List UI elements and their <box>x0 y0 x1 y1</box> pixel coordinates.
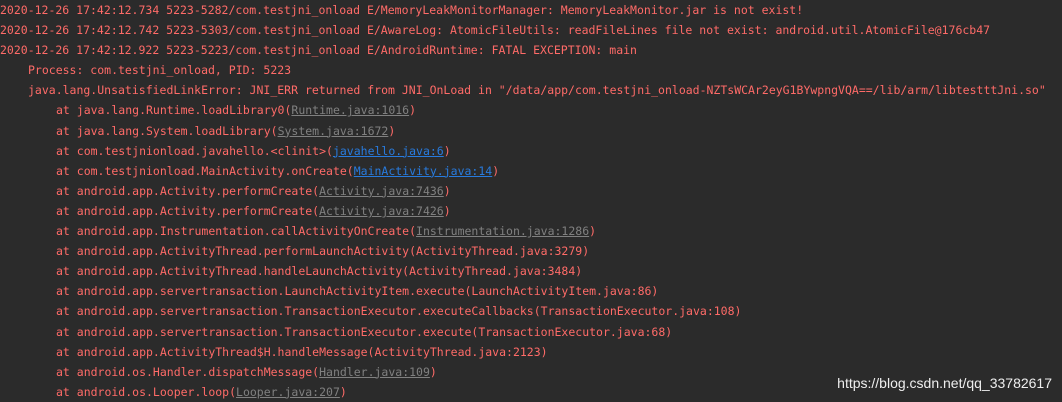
log-line: at android.app.servertransaction.Transac… <box>0 301 1062 321</box>
log-line: at com.testjnionload.MainActivity.onCrea… <box>0 161 1062 181</box>
watermark: https://blog.csdn.net/qq_33782617 <box>837 375 1052 391</box>
log-text-suffix: ) <box>443 183 451 198</box>
log-line: at android.app.Instrumentation.callActiv… <box>0 221 1062 241</box>
source-link[interactable]: MainActivity.java:14 <box>354 164 492 178</box>
log-line: at java.lang.Runtime.loadLibrary0(Runtim… <box>0 100 1062 120</box>
log-line: java.lang.UnsatisfiedLinkError: JNI_ERR … <box>0 80 1062 100</box>
log-text-suffix: ) <box>388 123 396 138</box>
log-line: at android.app.servertransaction.Transac… <box>0 322 1062 342</box>
log-line: at android.app.ActivityThread$H.handleMe… <box>0 342 1062 362</box>
log-line: 2020-12-26 17:42:12.734 5223-5282/com.te… <box>0 0 1062 20</box>
log-text: at java.lang.Runtime.loadLibrary0( <box>56 103 292 118</box>
source-link[interactable]: Activity.java:7436 <box>319 184 444 198</box>
log-text-suffix: ) <box>339 384 347 399</box>
log-text-suffix: ) <box>443 143 451 158</box>
log-line: at android.app.servertransaction.LaunchA… <box>0 281 1062 301</box>
log-text: at java.lang.System.loadLibrary( <box>56 123 278 138</box>
log-text: at android.app.Activity.performCreate( <box>56 203 320 218</box>
log-line: Process: com.testjni_onload, PID: 5223 <box>0 60 1062 80</box>
log-text-suffix: ) <box>429 364 437 379</box>
log-text-suffix: ) <box>492 163 500 178</box>
log-line: at android.app.ActivityThread.performLau… <box>0 241 1062 261</box>
log-line: at java.lang.System.loadLibrary(System.j… <box>0 121 1062 141</box>
log-text: 2020-12-26 17:42:12.734 5223-5282/com.te… <box>0 3 804 17</box>
log-text: 2020-12-26 17:42:12.922 5223-5223/com.te… <box>0 43 637 58</box>
log-text: at android.app.ActivityThread.handleLaun… <box>56 264 583 279</box>
log-text: Process: com.testjni_onload, PID: 5223 <box>28 63 292 78</box>
log-line: at android.app.Activity.performCreate(Ac… <box>0 181 1062 201</box>
log-text: at android.app.servertransaction.LaunchA… <box>56 284 659 299</box>
logcat-output: 2020-12-26 17:42:12.734 5223-5282/com.te… <box>0 0 1062 402</box>
log-text: at android.app.ActivityThread.performLau… <box>56 244 590 259</box>
source-link[interactable]: javahello.java:6 <box>333 144 444 158</box>
log-text: at android.app.Activity.performCreate( <box>56 183 320 198</box>
log-text: at android.os.Handler.dispatchMessage( <box>56 364 320 379</box>
source-link[interactable]: Runtime.java:1016 <box>291 103 409 117</box>
log-line: at android.app.ActivityThread.handleLaun… <box>0 261 1062 281</box>
source-link[interactable]: Handler.java:109 <box>319 365 430 379</box>
log-line: 2020-12-26 17:42:12.742 5223-5303/com.te… <box>0 20 1062 40</box>
source-link[interactable]: System.java:1672 <box>278 124 389 138</box>
source-link[interactable]: Activity.java:7426 <box>319 204 444 218</box>
log-line: at com.testjnionload.javahello.<clinit>(… <box>0 141 1062 161</box>
log-text-suffix: ) <box>443 203 451 218</box>
log-text: at android.app.servertransaction.Transac… <box>56 304 742 319</box>
source-link[interactable]: Looper.java:207 <box>236 385 340 399</box>
log-line: at android.app.Activity.performCreate(Ac… <box>0 201 1062 221</box>
log-text: 2020-12-26 17:42:12.742 5223-5303/com.te… <box>0 23 991 38</box>
log-text: at com.testjnionload.javahello.<clinit>( <box>56 143 333 158</box>
log-text-suffix: ) <box>409 103 417 118</box>
log-line: 2020-12-26 17:42:12.922 5223-5223/com.te… <box>0 40 1062 60</box>
source-link[interactable]: Instrumentation.java:1286 <box>416 224 589 238</box>
log-text: at android.app.servertransaction.Transac… <box>56 324 673 339</box>
log-text: at android.os.Looper.loop( <box>56 384 237 399</box>
log-text: at android.app.Instrumentation.callActiv… <box>56 224 417 239</box>
log-text: at android.app.ActivityThread$H.handleMe… <box>56 344 548 359</box>
log-text-suffix: ) <box>589 224 597 239</box>
log-text: java.lang.UnsatisfiedLinkError: JNI_ERR … <box>28 83 1046 98</box>
log-text: at com.testjnionload.MainActivity.onCrea… <box>56 163 354 178</box>
